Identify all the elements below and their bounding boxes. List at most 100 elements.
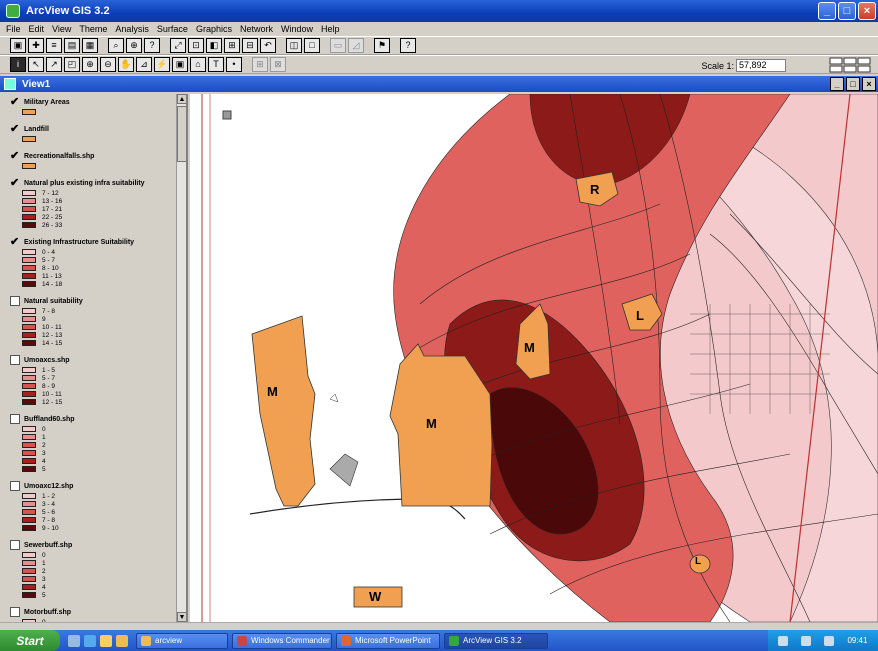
help-icon[interactable]: ? bbox=[400, 38, 416, 53]
maximize-button[interactable]: □ bbox=[838, 2, 856, 20]
toc-layer[interactable]: Sewerbuff.shp 0 1 2 3 4 5 bbox=[10, 539, 174, 599]
layer-checkbox[interactable] bbox=[10, 540, 20, 550]
toc-layer[interactable]: Buffland60.shp 0 1 2 3 4 5 bbox=[10, 413, 174, 473]
toc-layer-header[interactable]: Buffland60.shp bbox=[10, 413, 174, 425]
task-arcview-folder[interactable]: arcview bbox=[136, 632, 228, 649]
map-canvas[interactable]: R L M M M L W bbox=[190, 94, 878, 622]
network-icon[interactable] bbox=[778, 635, 789, 646]
zoom-full-icon[interactable]: ⤢ bbox=[170, 38, 186, 53]
toc-layer-header[interactable]: Umoaxcs.shp bbox=[10, 354, 174, 366]
theme-properties-icon[interactable]: ≡ bbox=[46, 38, 62, 53]
toc-layer-header[interactable]: ✔ Natural plus existing infra suitability bbox=[10, 177, 174, 189]
menu-analysis[interactable]: Analysis bbox=[115, 24, 149, 34]
toc-layer-header[interactable]: Natural suitability bbox=[10, 295, 174, 307]
checkmark-icon[interactable]: ✔ bbox=[10, 237, 20, 248]
layer-checkbox[interactable] bbox=[10, 414, 20, 424]
volume-icon[interactable] bbox=[801, 635, 812, 646]
scroll-down-arrow[interactable]: ▼ bbox=[177, 612, 186, 622]
select-features-icon[interactable]: ◫ bbox=[286, 38, 302, 53]
scroll-up-arrow[interactable]: ▲ bbox=[177, 94, 186, 104]
menu-file[interactable]: File bbox=[6, 24, 21, 34]
identify-icon[interactable]: i bbox=[10, 57, 26, 72]
query-icon[interactable]: ? bbox=[144, 38, 160, 53]
toc-scrollbar[interactable]: ▲ ▼ bbox=[176, 94, 186, 622]
layer-checkbox[interactable] bbox=[10, 607, 20, 617]
checkmark-icon[interactable]: ✔ bbox=[10, 97, 20, 108]
add-theme-icon[interactable]: ✚ bbox=[28, 38, 44, 53]
locate-icon[interactable]: ⊕ bbox=[126, 38, 142, 53]
open-table-icon[interactable]: ▦ bbox=[82, 38, 98, 53]
minimize-button[interactable]: _ bbox=[818, 2, 836, 20]
zoom-active-icon[interactable]: ⊡ bbox=[188, 38, 204, 53]
toc-layer-header[interactable]: ✔ Recreationalfalls.shp bbox=[10, 150, 174, 162]
layer-checkbox[interactable] bbox=[10, 481, 20, 491]
area-of-interest-icon[interactable]: ▣ bbox=[172, 57, 188, 72]
toc-layer[interactable]: ✔ Landfill bbox=[10, 123, 174, 143]
window-title-bar[interactable]: ArcView GIS 3.2 _ □ × bbox=[0, 0, 878, 22]
toc-layer[interactable]: ✔ Existing Infrastructure Suitability 0 - … bbox=[10, 236, 174, 288]
view-title-bar[interactable]: View1 _ □ × bbox=[0, 76, 878, 92]
zoom-out-fixed-icon[interactable]: ⊟ bbox=[242, 38, 258, 53]
save-icon[interactable]: ▣ bbox=[10, 38, 26, 53]
toc-layer-header[interactable]: Motorbuff.shp bbox=[10, 606, 174, 618]
snap-general-icon[interactable]: ⊠ bbox=[270, 57, 286, 72]
toc-layer[interactable]: Motorbuff.shp0123 bbox=[10, 606, 174, 622]
pan-icon[interactable]: ✋ bbox=[118, 57, 134, 72]
security-icon[interactable] bbox=[824, 635, 835, 646]
toc-layer[interactable]: Natural suitability 7 - 8 9 10 - 11 12 - 13 1… bbox=[10, 295, 174, 347]
toc-layer-header[interactable]: Sewerbuff.shp bbox=[10, 539, 174, 551]
toc-layer[interactable]: Umoaxc12.shp 1 - 23 - 45 - 67 - 89 - 10 bbox=[10, 480, 174, 532]
menu-window[interactable]: Window bbox=[281, 24, 313, 34]
toc-layer[interactable]: ✔ Natural plus existing infra suitability… bbox=[10, 177, 174, 229]
task-arcview-gis[interactable]: ArcView GIS 3.2 bbox=[444, 632, 548, 649]
zoom-selected-icon[interactable]: ◧ bbox=[206, 38, 222, 53]
hotlink-tool-icon[interactable]: ⚡ bbox=[154, 57, 170, 72]
zoom-in-fixed-icon[interactable]: ⊞ bbox=[224, 38, 240, 53]
toc-layer-header[interactable]: ✔ Existing Infrastructure Suitability bbox=[10, 236, 174, 248]
scroll-thumb[interactable] bbox=[177, 106, 186, 162]
find-icon[interactable]: ⌕ bbox=[108, 38, 124, 53]
layer-checkbox[interactable] bbox=[10, 296, 20, 306]
menu-edit[interactable]: Edit bbox=[29, 24, 45, 34]
checkmark-icon[interactable]: ✔ bbox=[10, 124, 20, 135]
vertex-edit-icon[interactable]: ↗ bbox=[46, 57, 62, 72]
text-tool-icon[interactable]: T bbox=[208, 57, 224, 72]
zoom-in-icon[interactable]: ⊕ bbox=[82, 57, 98, 72]
view-minimize-button[interactable]: _ bbox=[830, 77, 844, 91]
desktop-icon[interactable] bbox=[68, 634, 80, 647]
checkmark-icon[interactable]: ✔ bbox=[10, 151, 20, 162]
toc-layer-header[interactable]: Umoaxc12.shp bbox=[10, 480, 174, 492]
label-icon[interactable]: ⌂ bbox=[190, 57, 206, 72]
layer-checkbox[interactable] bbox=[10, 355, 20, 365]
browser-icon[interactable] bbox=[84, 634, 96, 647]
pointer-icon[interactable]: ↖ bbox=[28, 57, 44, 72]
hotlink-icon[interactable]: ⚑ bbox=[374, 38, 390, 53]
clock[interactable]: 09:41 bbox=[847, 636, 867, 645]
task-windows-commander[interactable]: Windows Commander bbox=[232, 632, 332, 649]
checkmark-icon[interactable]: ✔ bbox=[10, 178, 20, 189]
select-feature-icon[interactable]: ◰ bbox=[64, 57, 80, 72]
start-button[interactable]: Start bbox=[0, 630, 60, 651]
toc-layer[interactable]: ✔ Military Areas bbox=[10, 96, 174, 116]
view-close-button[interactable]: × bbox=[862, 77, 876, 91]
chart-icon[interactable]: ◿ bbox=[348, 38, 364, 53]
folder-icon[interactable] bbox=[116, 634, 128, 647]
menu-theme[interactable]: Theme bbox=[79, 24, 107, 34]
mail-icon[interactable] bbox=[100, 634, 112, 647]
toc-layer[interactable]: ✔ Recreationalfalls.shp bbox=[10, 150, 174, 170]
close-button[interactable]: × bbox=[858, 2, 876, 20]
edit-legend-icon[interactable]: ▤ bbox=[64, 38, 80, 53]
scale-input[interactable]: 57,892 bbox=[736, 59, 786, 72]
draw-point-icon[interactable]: • bbox=[226, 57, 242, 72]
menu-help[interactable]: Help bbox=[321, 24, 340, 34]
toc-layer[interactable]: Umoaxcs.shp 1 - 55 - 78 - 9 10 - 11 12 - 15 bbox=[10, 354, 174, 406]
toc-layer-header[interactable]: ✔ Military Areas bbox=[10, 96, 174, 108]
layout-icon[interactable]: ▭ bbox=[330, 38, 346, 53]
view-maximize-button[interactable]: □ bbox=[846, 77, 860, 91]
menu-graphics[interactable]: Graphics bbox=[196, 24, 232, 34]
clear-selection-icon[interactable]: □ bbox=[304, 38, 320, 53]
zoom-previous-icon[interactable]: ↶ bbox=[260, 38, 276, 53]
measure-icon[interactable]: ⊿ bbox=[136, 57, 152, 72]
menu-view[interactable]: View bbox=[52, 24, 71, 34]
zoom-out-icon[interactable]: ⊖ bbox=[100, 57, 116, 72]
